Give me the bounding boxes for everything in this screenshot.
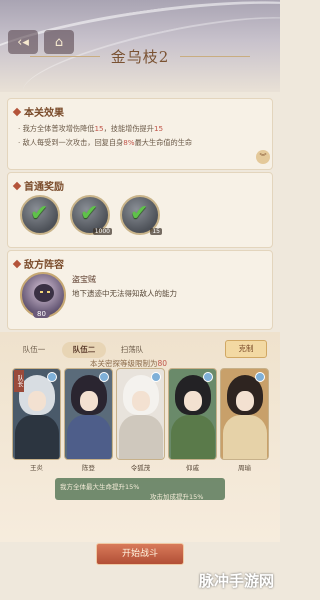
element-icon	[151, 372, 161, 382]
reward-count: 15	[150, 228, 162, 235]
bonus-line: 攻击加成提升15%	[150, 493, 204, 501]
tab-sweep-team[interactable]: 扫荡队	[112, 342, 152, 358]
tab-team-2[interactable]: 队伍二	[62, 342, 106, 358]
reward-item[interactable]: ✔	[20, 195, 60, 235]
diamond-icon	[12, 259, 22, 268]
check-icon: ✔	[130, 201, 149, 226]
diamond-icon	[12, 107, 22, 116]
member-name: 仰戚	[186, 464, 199, 472]
element-icon	[255, 372, 265, 382]
rewards-title-text: 首通奖励	[24, 182, 64, 193]
page-title: 金乌枝2	[110, 48, 170, 66]
element-icon	[47, 372, 57, 382]
enemy-description: 地下遗迹中无法得知敌人的能力	[72, 289, 177, 298]
member-card[interactable]	[116, 368, 165, 460]
member-name: 周瑜	[238, 464, 251, 472]
watermark: 脉冲手游网	[198, 572, 274, 590]
diamond-icon	[12, 181, 22, 190]
member-name: 陈登	[82, 464, 95, 472]
member-card[interactable]	[168, 368, 217, 460]
enemy-title-text: 敌方阵容	[24, 260, 64, 271]
reward-item[interactable]: ✔ 15	[120, 195, 162, 235]
start-battle-button[interactable]: 开始战斗	[96, 543, 184, 565]
expand-button[interactable]: ︾	[256, 150, 270, 164]
member-card[interactable]	[64, 368, 113, 460]
tab-team-1[interactable]: 队伍一	[14, 342, 54, 358]
enemy-level-badge: 80	[33, 310, 50, 318]
member-name: 令狐茂	[130, 464, 151, 472]
effect-line-1: · 我方全体普攻增伤降低15，技能增伤提升15	[18, 124, 164, 133]
counter-button[interactable]: 克制	[225, 340, 267, 358]
check-icon: ✔	[30, 201, 49, 226]
element-icon	[99, 372, 109, 382]
enemy-section-title: 敌方阵容	[12, 256, 64, 271]
member-card[interactable]	[220, 368, 269, 460]
enemy-name: 盗宝贼	[72, 275, 96, 284]
effects-title-text: 本关效果	[24, 108, 64, 119]
rewards-section-title: 首通奖励	[12, 178, 64, 193]
element-icon	[203, 372, 213, 382]
effect-line-2: · 敌人每受到一次攻击，回复自身8%最大生命值的生命	[18, 138, 193, 147]
bonus-line: 我方全体最大生命提升15%	[60, 483, 140, 491]
effects-section-title: 本关效果	[12, 104, 64, 119]
leader-tag: 队长	[14, 370, 24, 392]
chevron-down-icon: ︾	[259, 153, 267, 161]
member-name: 王炎	[30, 464, 43, 472]
check-icon: ✔	[80, 201, 99, 226]
reward-item[interactable]: ✔ 1000	[70, 195, 112, 235]
reward-count: 1000	[92, 228, 112, 235]
